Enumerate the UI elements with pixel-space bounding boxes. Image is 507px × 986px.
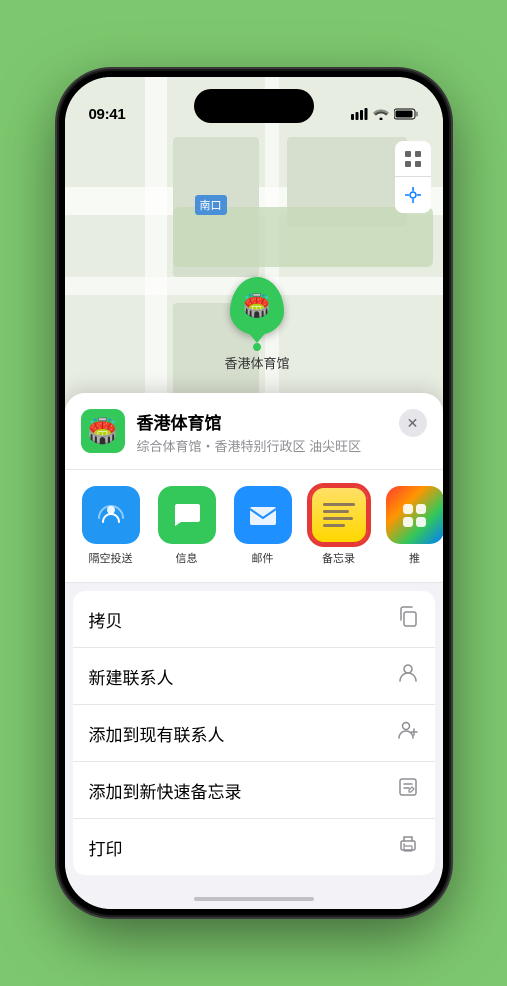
copy-icon bbox=[397, 605, 419, 633]
share-item-notes[interactable]: 备忘录 bbox=[305, 486, 373, 566]
messages-label: 信息 bbox=[176, 550, 198, 566]
action-copy[interactable]: 拷贝 bbox=[73, 591, 435, 648]
map-type-button[interactable] bbox=[395, 141, 431, 177]
action-add-existing-label: 添加到现有联系人 bbox=[89, 721, 225, 746]
airdrop-icon bbox=[82, 486, 140, 544]
share-item-more[interactable]: 推 bbox=[381, 486, 443, 566]
action-quick-note[interactable]: 添加到新快速备忘录 bbox=[73, 762, 435, 819]
person-icon bbox=[397, 662, 419, 690]
signal-icon bbox=[351, 108, 368, 123]
marker-pin: 🏟️ bbox=[230, 277, 284, 335]
action-copy-label: 拷贝 bbox=[89, 607, 123, 632]
action-new-contact[interactable]: 新建联系人 bbox=[73, 648, 435, 705]
action-quick-note-label: 添加到新快速备忘录 bbox=[89, 778, 242, 803]
share-item-airdrop[interactable]: 隔空投送 bbox=[77, 486, 145, 566]
venue-icon: 🏟️ bbox=[81, 409, 125, 453]
share-item-mail[interactable]: 邮件 bbox=[229, 486, 297, 566]
marker-label: 香港体育馆 bbox=[225, 353, 290, 372]
action-new-contact-label: 新建联系人 bbox=[89, 664, 174, 689]
venue-info: 香港体育馆 综合体育馆・香港特别行政区 油尖旺区 bbox=[137, 409, 387, 455]
status-time: 09:41 bbox=[89, 106, 126, 123]
battery-icon bbox=[394, 108, 419, 123]
notes-icon bbox=[310, 486, 368, 544]
bottom-sheet: 🏟️ 香港体育馆 综合体育馆・香港特别行政区 油尖旺区 ✕ bbox=[65, 393, 443, 909]
venue-description: 综合体育馆・香港特别行政区 油尖旺区 bbox=[137, 436, 387, 455]
share-item-messages[interactable]: 信息 bbox=[153, 486, 221, 566]
close-button[interactable]: ✕ bbox=[399, 409, 427, 437]
wifi-icon bbox=[373, 108, 389, 123]
stadium-icon: 🏟️ bbox=[243, 293, 270, 319]
location-button[interactable] bbox=[395, 177, 431, 213]
quick-note-icon bbox=[397, 776, 419, 804]
more-label: 推 bbox=[409, 550, 420, 566]
notes-lines bbox=[317, 495, 361, 535]
airdrop-label: 隔空投送 bbox=[89, 550, 133, 566]
mail-label: 邮件 bbox=[252, 550, 274, 566]
venue-header: 🏟️ 香港体育馆 综合体育馆・香港特别行政区 油尖旺区 ✕ bbox=[65, 393, 443, 470]
home-indicator bbox=[194, 897, 314, 901]
action-print-label: 打印 bbox=[89, 835, 123, 860]
person-add-icon bbox=[397, 719, 419, 747]
messages-icon bbox=[158, 486, 216, 544]
phone-screen: 09:41 bbox=[65, 77, 443, 909]
mail-icon bbox=[234, 486, 292, 544]
dynamic-island bbox=[194, 89, 314, 123]
map-controls bbox=[395, 141, 431, 213]
more-apps-icon bbox=[386, 486, 443, 544]
stadium-marker: 🏟️ 香港体育馆 bbox=[225, 277, 290, 372]
status-icons bbox=[351, 108, 419, 123]
share-row: 隔空投送 信息 bbox=[65, 470, 443, 583]
phone-frame: 09:41 bbox=[59, 71, 449, 915]
map-label: 南口 bbox=[195, 195, 227, 215]
action-print[interactable]: 打印 bbox=[73, 819, 435, 875]
notes-label: 备忘录 bbox=[322, 550, 355, 566]
venue-name: 香港体育馆 bbox=[137, 409, 387, 434]
action-list: 拷贝 新建联系人 bbox=[73, 591, 435, 875]
print-icon bbox=[397, 833, 419, 861]
marker-dot bbox=[253, 343, 261, 351]
action-add-existing[interactable]: 添加到现有联系人 bbox=[73, 705, 435, 762]
